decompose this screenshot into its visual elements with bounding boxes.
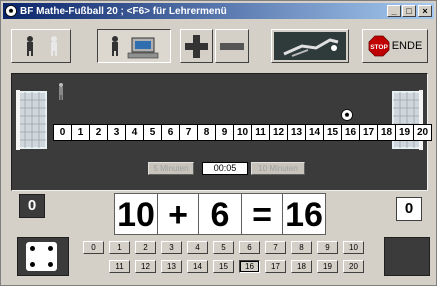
right-goal-icon [392, 90, 423, 150]
answer-button[interactable]: 7 [265, 241, 286, 254]
answer-button[interactable]: 2 [135, 241, 156, 254]
operand-a: 10 [114, 193, 158, 235]
minus-mode-button[interactable] [215, 29, 249, 63]
minimize-button[interactable]: _ [387, 5, 401, 17]
number-cell: 9 [215, 124, 234, 141]
answer-button[interactable]: 11 [109, 260, 130, 273]
operator: + [157, 193, 199, 235]
player-computer-icon [112, 36, 159, 59]
number-cell: 0 [53, 124, 72, 141]
right-score: 0 [396, 197, 422, 221]
time-10-minutes-button[interactable]: 10 Minuten [251, 162, 305, 175]
plus-icon [185, 35, 208, 58]
time-5-minutes-button[interactable]: 5 Minuten [148, 162, 194, 175]
answer-button[interactable]: 1 [109, 241, 130, 254]
answer-button[interactable]: 13 [161, 260, 182, 273]
left-score: 0 [19, 194, 45, 218]
answer-button[interactable]: 14 [187, 260, 208, 273]
end-button[interactable]: STOP ENDE [362, 29, 428, 63]
right-panel [384, 237, 430, 276]
maximize-button[interactable]: □ [402, 5, 416, 17]
number-cell: 8 [197, 124, 216, 141]
window-title: BF Mathe-Fußball 20 ; <F6> für Lehrermen… [20, 5, 227, 17]
number-cell: 6 [161, 124, 180, 141]
answer-button[interactable]: 3 [161, 241, 182, 254]
close-button[interactable]: × [418, 5, 432, 17]
result: 16 [282, 193, 326, 235]
answer-button[interactable]: 0 [83, 241, 104, 254]
soccer-ball-icon [341, 109, 353, 121]
time-display: 00:05 [202, 162, 248, 175]
number-cell: 5 [143, 124, 162, 141]
number-cell: 4 [125, 124, 144, 141]
number-cell: 14 [305, 124, 324, 141]
number-cell: 13 [287, 124, 306, 141]
answer-button[interactable]: 18 [291, 260, 312, 273]
number-cell: 18 [377, 124, 396, 141]
number-cell: 1 [71, 124, 90, 141]
answer-button[interactable]: 9 [317, 241, 338, 254]
equation: 10 + 6 = 16 [114, 193, 326, 235]
soccer-field: 0 1 2 3 4 5 6 7 8 9 10 11 12 13 14 15 16 17 18 19 20 5 Minut… [11, 73, 432, 191]
number-cell: 20 [413, 124, 432, 141]
answer-button[interactable]: 15 [213, 260, 234, 273]
die-icon [26, 242, 57, 271]
answer-button[interactable]: 10 [343, 241, 364, 254]
die-pip [30, 262, 35, 267]
die-pip [30, 246, 35, 251]
left-goal-icon [16, 90, 47, 150]
number-line: 0 1 2 3 4 5 6 7 8 9 10 11 12 13 14 15 16 17 18 19 20 [53, 124, 432, 141]
players-shooting-button[interactable] [271, 29, 349, 63]
number-cell: 11 [251, 124, 270, 141]
stop-sign-icon: STOP [368, 35, 390, 57]
soccer-ball-icon [5, 5, 17, 17]
answer-button[interactable]: 12 [135, 260, 156, 273]
die-panel [17, 237, 69, 276]
answer-button[interactable]: 8 [291, 241, 312, 254]
answer-button[interactable]: 16 [239, 260, 260, 273]
minus-icon [220, 43, 244, 50]
answer-button[interactable]: 5 [213, 241, 234, 254]
plus-mode-button[interactable] [180, 29, 213, 63]
number-cell: 2 [89, 124, 108, 141]
equals-sign: = [241, 193, 283, 235]
single-player-button[interactable] [11, 29, 71, 63]
number-cell: 15 [323, 124, 342, 141]
answer-button[interactable]: 4 [187, 241, 208, 254]
title-bar: BF Mathe-Fußball 20 ; <F6> für Lehrermen… [3, 3, 434, 19]
number-cell: 19 [395, 124, 414, 141]
goalkeeper-icon [59, 83, 63, 100]
die-pip [48, 246, 53, 251]
operand-b: 6 [198, 193, 242, 235]
player-icon [27, 36, 57, 56]
player-vs-computer-button[interactable] [97, 29, 171, 63]
number-cell: 7 [179, 124, 198, 141]
number-cell: 12 [269, 124, 288, 141]
shooting-players-icon [274, 32, 346, 60]
number-cell: 17 [359, 124, 378, 141]
app-window: BF Mathe-Fußball 20 ; <F6> für Lehrermen… [0, 0, 437, 286]
stop-sign-text: STOP [370, 44, 388, 51]
answer-button[interactable]: 19 [317, 260, 338, 273]
answer-button[interactable]: 6 [239, 241, 260, 254]
end-label: ENDE [391, 40, 423, 52]
number-cell: 10 [233, 124, 252, 141]
die-pip [48, 262, 53, 267]
answer-button[interactable]: 17 [265, 260, 286, 273]
number-cell: 3 [107, 124, 126, 141]
number-cell: 16 [341, 124, 360, 141]
answer-button[interactable]: 20 [343, 260, 364, 273]
